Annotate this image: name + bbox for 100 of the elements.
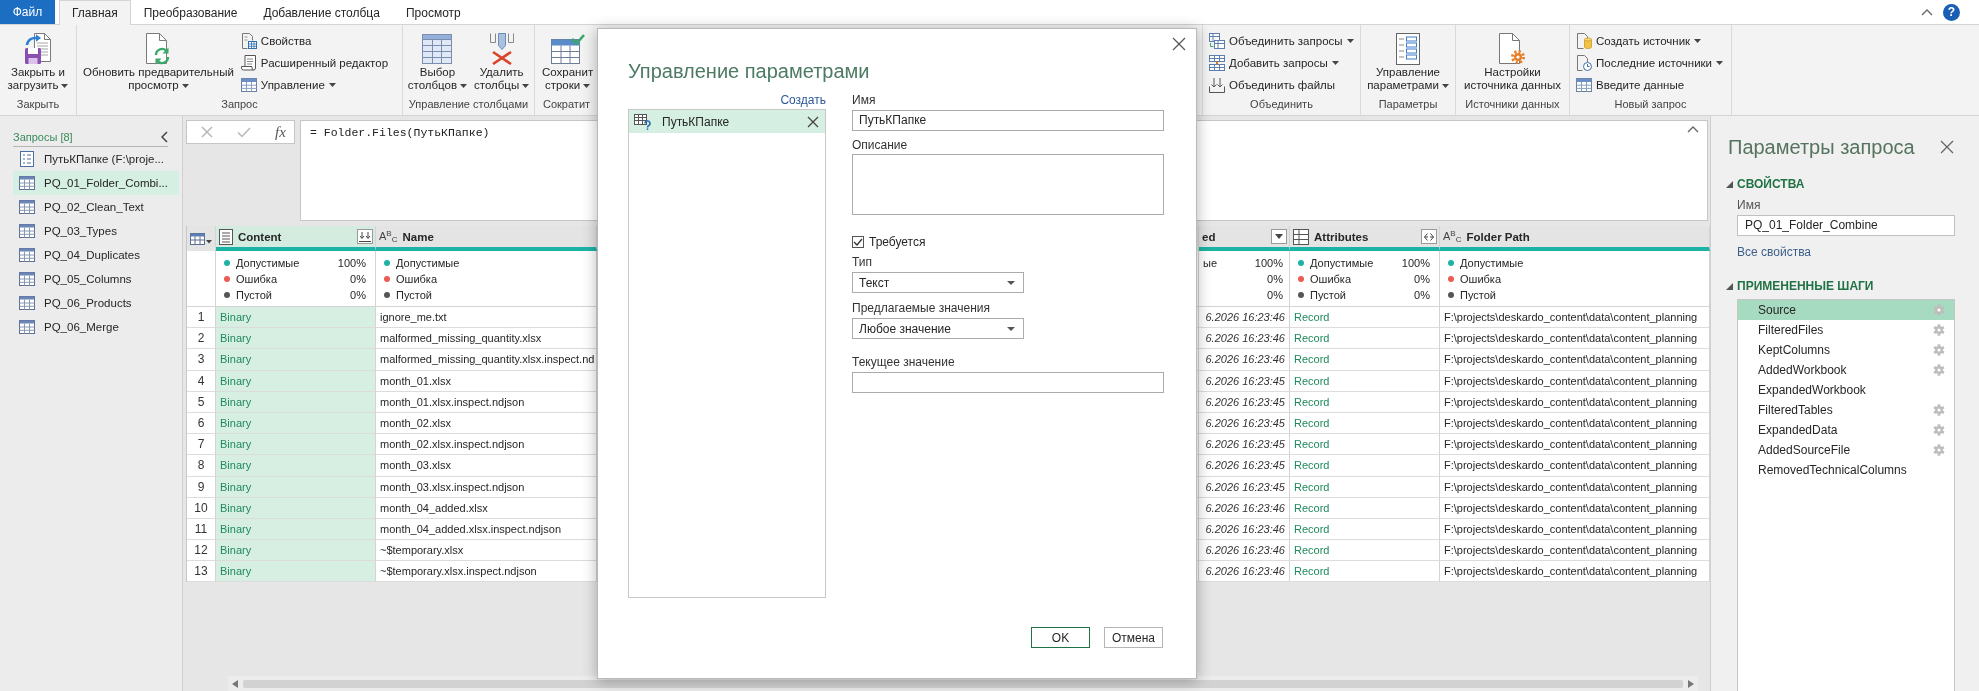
field-label: Тип	[852, 254, 872, 270]
quality-label: Ошибка	[1310, 273, 1351, 285]
table-cell: F:\projects\deskardo_content\data\content_planning	[1440, 561, 1710, 583]
quality-label: Допустимые	[1460, 257, 1524, 269]
table-cell: Binary	[216, 370, 376, 392]
table-cell: malformed_missing_quantity.xlsx	[376, 328, 597, 350]
table-cell: Record	[1290, 391, 1440, 413]
group-label: Закрыть	[15, 98, 61, 112]
table-cell: Record	[1290, 307, 1440, 329]
table-cell: 6.2026 16:23:46	[1199, 497, 1290, 519]
table-cell: ignore_me.txt	[376, 307, 597, 329]
group-label: Новый запрос	[1613, 98, 1688, 112]
table-cell: malformed_missing_quantity.xlsx.inspect.nd	[376, 349, 597, 371]
field-label: Имя	[852, 92, 876, 108]
quality-label: Пустой	[236, 289, 272, 301]
table-cell: Record	[1290, 497, 1440, 519]
quality-value: 0%	[1414, 289, 1430, 301]
quality-label: Допустимые	[236, 257, 300, 269]
table-cell: Record	[1290, 412, 1440, 435]
column-title: Content	[238, 230, 282, 243]
group-label: Источники данных	[1464, 98, 1561, 112]
quality-label: Ошибка	[396, 273, 437, 285]
table-cell: Binary	[216, 561, 376, 583]
field-label: Предлагаемые значения	[852, 300, 991, 316]
table-cell: F:\projects\deskardo_content\data\content_planning	[1440, 518, 1710, 541]
table-cell: month_02.xlsx.inspect.ndjson	[376, 434, 597, 456]
group-label: Управление столбцами	[407, 98, 530, 112]
field-label: Имя	[1737, 197, 1762, 213]
quality-label: Ошибка	[236, 273, 277, 285]
table-cell: 6.2026 16:23:46	[1199, 518, 1290, 541]
table-cell: Binary	[216, 476, 376, 498]
table-cell: 6.2026 16:23:46	[1199, 349, 1290, 371]
table-cell: Binary	[216, 391, 376, 413]
table-cell: Binary	[216, 328, 376, 350]
quality-label: Допустимые	[1310, 257, 1374, 269]
quality-label: ые	[1203, 257, 1218, 269]
table-cell: F:\projects\deskardo_content\data\content_planning	[1440, 328, 1710, 350]
field-label: Описание	[852, 137, 908, 153]
table-cell: Binary	[216, 518, 376, 541]
table-cell: Binary	[216, 497, 376, 519]
table-cell: month_01.xlsx	[376, 370, 597, 392]
table-cell: 6.2026 16:23:45	[1199, 476, 1290, 498]
table-cell: 6.2026 16:23:45	[1199, 391, 1290, 413]
table-cell: F:\projects\deskardo_content\data\content_planning	[1440, 370, 1710, 392]
table-cell: Record	[1290, 349, 1440, 371]
table-cell: F:\projects\deskardo_content\data\content_planning	[1440, 476, 1710, 498]
quality-value: 100%	[1401, 257, 1430, 269]
table-cell: ~$temporary.xlsx	[376, 540, 597, 562]
field-label: Текущее значение	[852, 354, 955, 370]
table-cell: F:\projects\deskardo_content\data\content_planning	[1440, 391, 1710, 413]
quality-value: 0%	[1414, 273, 1430, 285]
quality-label: Ошибка	[1460, 273, 1501, 285]
table-cell: month_04_added.xlsx	[376, 497, 597, 519]
quality-label: Пустой	[396, 289, 432, 301]
pane-title: Параметры запроса	[1728, 135, 1915, 159]
column-title: ed	[1202, 230, 1216, 243]
table-cell: Binary	[216, 349, 376, 371]
table-cell: Binary	[216, 412, 376, 435]
group-label: Запрос	[220, 98, 259, 112]
table-cell: 6.2026 16:23:45	[1199, 434, 1290, 456]
table-cell: Record	[1290, 476, 1440, 498]
table-cell: 6.2026 16:23:46	[1199, 540, 1290, 562]
table-cell: Record	[1290, 540, 1440, 562]
table-cell: 6.2026 16:23:45	[1199, 455, 1290, 477]
table-cell: 6.2026 16:23:46	[1199, 307, 1290, 329]
table-cell: F:\projects\deskardo_content\data\content_planning	[1440, 307, 1710, 329]
quality-label: Пустой	[1310, 289, 1346, 301]
column-title: Attributes	[1314, 230, 1369, 243]
group-label: Параметры	[1377, 98, 1439, 112]
table-cell: Record	[1290, 434, 1440, 456]
table-cell: ~$temporary.xlsx.inspect.ndjson	[376, 561, 597, 583]
table-cell: Binary	[216, 434, 376, 456]
quality-value: 0%	[1267, 289, 1283, 301]
table-cell: Record	[1290, 370, 1440, 392]
table-cell: month_04_added.xlsx.inspect.ndjson	[376, 518, 597, 541]
quality-value: 0%	[350, 273, 366, 285]
quality-label: Пустой	[1460, 289, 1496, 301]
column-title: Folder Path	[1466, 230, 1530, 243]
quality-label: Допустимые	[396, 257, 460, 269]
table-cell: Record	[1290, 455, 1440, 477]
table-cell: Binary	[216, 307, 376, 329]
table-cell: month_01.xlsx.inspect.ndjson	[376, 391, 597, 413]
table-cell: F:\projects\deskardo_content\data\content_planning	[1440, 497, 1710, 519]
table-cell: Binary	[216, 540, 376, 562]
group-label: Объединить	[1249, 98, 1314, 112]
dialog-title: Управление параметрами	[628, 59, 871, 84]
table-cell: F:\projects\deskardo_content\data\content_planning	[1440, 349, 1710, 371]
table-cell: Record	[1290, 518, 1440, 541]
table-cell: F:\projects\deskardo_content\data\content_planning	[1440, 412, 1710, 435]
table-cell: Record	[1290, 561, 1440, 583]
quality-value: 100%	[337, 257, 366, 269]
table-cell: Binary	[216, 455, 376, 477]
table-cell: 6.2026 16:23:46	[1199, 328, 1290, 350]
table-cell: Record	[1290, 328, 1440, 350]
table-cell: 6.2026 16:23:45	[1199, 370, 1290, 392]
queries-title: Запросы [8]	[13, 131, 73, 143]
table-cell: 6.2026 16:23:46	[1199, 561, 1290, 583]
quality-value: 0%	[350, 289, 366, 301]
table-cell: month_03.xlsx.inspect.ndjson	[376, 476, 597, 498]
table-cell: F:\projects\deskardo_content\data\content_planning	[1440, 434, 1710, 456]
